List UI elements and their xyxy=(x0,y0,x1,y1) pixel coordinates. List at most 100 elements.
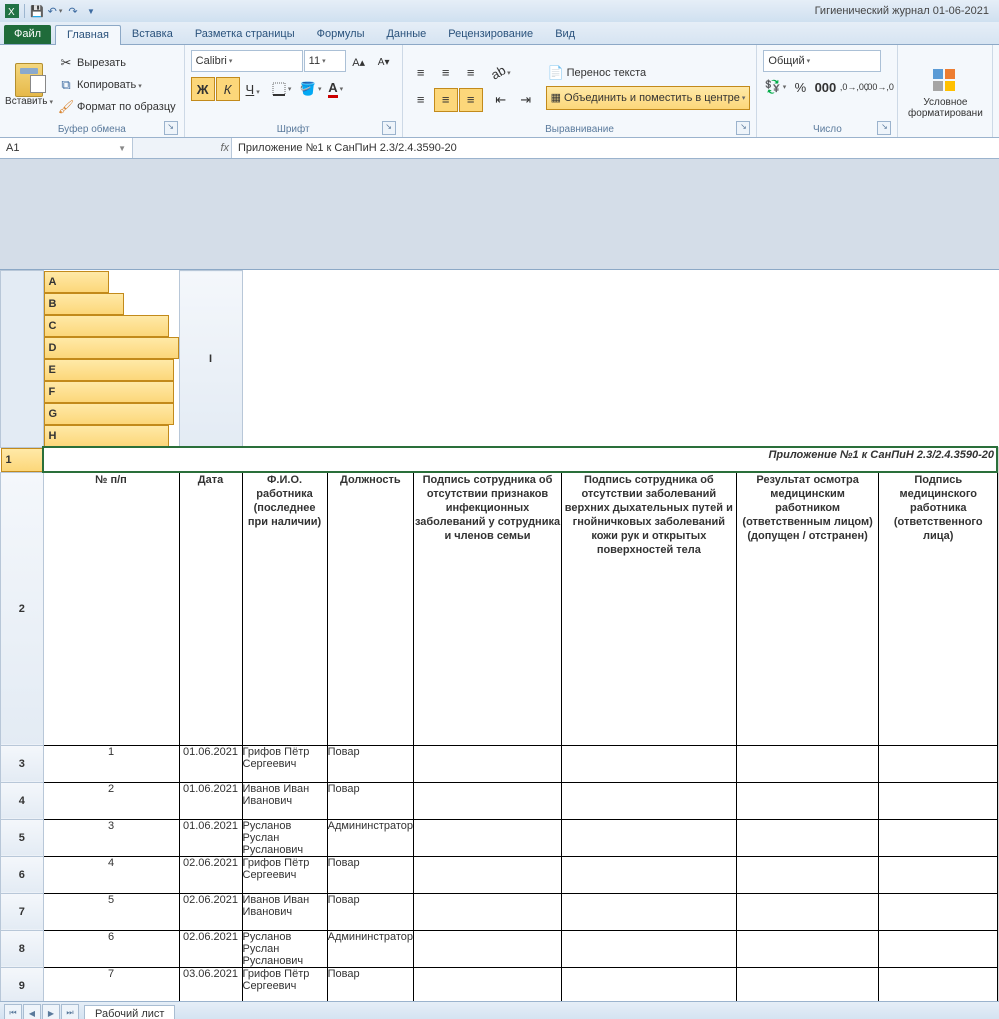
cell-empty-4-3[interactable] xyxy=(879,782,997,819)
cell-date-6[interactable]: 02.06.2021 xyxy=(179,856,242,893)
cell-fio-9[interactable]: Грифов Пётр Сергеевич xyxy=(242,967,327,1001)
align-right-button[interactable]: ≡ xyxy=(459,88,483,112)
select-all-corner[interactable] xyxy=(1,271,44,448)
number-format-combo[interactable]: Общий xyxy=(763,50,881,72)
paste-button[interactable]: Вставить xyxy=(6,48,52,122)
tab-2[interactable]: Разметка страницы xyxy=(184,25,306,44)
cell-n-9[interactable]: 7 xyxy=(43,967,179,1001)
cell-n-5[interactable]: 3 xyxy=(43,819,179,856)
cell-empty-7-0[interactable] xyxy=(414,893,562,930)
tab-nav-last-icon[interactable]: ⏭ xyxy=(61,1004,79,1019)
align-left-button[interactable]: ≡ xyxy=(409,88,433,112)
cell-empty-7-2[interactable] xyxy=(736,893,879,930)
tab-file[interactable]: Файл xyxy=(4,25,51,44)
cell-fio-5[interactable]: Русланов Руслан Русланович xyxy=(242,819,327,856)
align-center-button[interactable]: ≡ xyxy=(434,88,458,112)
qat-customize-icon[interactable]: ▼ xyxy=(83,3,99,19)
copy-button[interactable]: ⧉Копировать xyxy=(56,75,178,95)
save-icon[interactable]: 💾 xyxy=(29,3,45,19)
cell-empty-6-3[interactable] xyxy=(879,856,997,893)
tab-1[interactable]: Вставка xyxy=(121,25,184,44)
row-header-1[interactable]: 1 xyxy=(1,448,43,472)
header-cell-0[interactable]: № п/п xyxy=(43,472,179,745)
cell-n-7[interactable]: 5 xyxy=(43,893,179,930)
font-name-combo[interactable]: Calibri xyxy=(191,50,303,72)
clipboard-launcher-icon[interactable]: ↘ xyxy=(164,121,178,135)
wrap-text-button[interactable]: 📄Перенос текста xyxy=(546,63,751,83)
align-launcher-icon[interactable]: ↘ xyxy=(736,121,750,135)
header-cell-4[interactable]: Подпись сотрудника об отсутствии признак… xyxy=(414,472,562,745)
name-box[interactable]: A1▼ xyxy=(0,138,133,158)
fill-color-button[interactable]: 🪣 xyxy=(299,77,323,101)
col-header-I[interactable]: I xyxy=(179,271,242,448)
tab-5[interactable]: Рецензирование xyxy=(437,25,544,44)
col-header-H[interactable]: H xyxy=(44,425,169,447)
undo-icon[interactable]: ↶ xyxy=(47,3,63,19)
cell-pos-8[interactable]: Админинстратор xyxy=(327,930,413,967)
cell-empty-4-2[interactable] xyxy=(736,782,879,819)
header-cell-7[interactable]: Подпись медицинского работника (ответств… xyxy=(879,472,997,745)
font-launcher-icon[interactable]: ↘ xyxy=(382,121,396,135)
cell-empty-5-1[interactable] xyxy=(561,819,736,856)
cell-empty-9-2[interactable] xyxy=(736,967,879,1001)
sheet-tab[interactable]: Рабочий лист xyxy=(84,1005,175,1019)
cell-n-6[interactable]: 4 xyxy=(43,856,179,893)
align-bottom-button[interactable]: ≡ xyxy=(459,61,483,85)
align-middle-button[interactable]: ≡ xyxy=(434,61,458,85)
fx-icon[interactable]: fx xyxy=(220,142,229,154)
cell-fio-8[interactable]: Русланов Руслан Русланович xyxy=(242,930,327,967)
cell-empty-3-1[interactable] xyxy=(561,745,736,782)
accounting-format-button[interactable]: 💱 xyxy=(763,75,787,99)
cell-empty-5-2[interactable] xyxy=(736,819,879,856)
cell-empty-7-1[interactable] xyxy=(561,893,736,930)
cell-date-3[interactable]: 01.06.2021 xyxy=(179,745,242,782)
tab-3[interactable]: Формулы xyxy=(306,25,376,44)
cell-empty-4-1[interactable] xyxy=(561,782,736,819)
worksheet-grid[interactable]: ABCDEFGHI1Приложение №1 к СанПиН 2.3/2.4… xyxy=(0,270,999,1001)
col-header-D[interactable]: D xyxy=(44,337,179,359)
underline-button[interactable]: Ч xyxy=(241,77,265,101)
cell-empty-8-2[interactable] xyxy=(736,930,879,967)
row-header-8[interactable]: 8 xyxy=(1,930,44,967)
cell-empty-3-3[interactable] xyxy=(879,745,997,782)
row-header-3[interactable]: 3 xyxy=(1,745,44,782)
cell-empty-6-1[interactable] xyxy=(561,856,736,893)
percent-button[interactable]: % xyxy=(788,75,812,99)
align-top-button[interactable]: ≡ xyxy=(409,61,433,85)
cell-empty-5-3[interactable] xyxy=(879,819,997,856)
cell-date-9[interactable]: 03.06.2021 xyxy=(179,967,242,1001)
row-header-7[interactable]: 7 xyxy=(1,893,44,930)
cell-empty-8-0[interactable] xyxy=(414,930,562,967)
cell-empty-7-3[interactable] xyxy=(879,893,997,930)
cell-fio-4[interactable]: Иванов Иван Иванович xyxy=(242,782,327,819)
cell-empty-6-2[interactable] xyxy=(736,856,879,893)
cell-empty-8-1[interactable] xyxy=(561,930,736,967)
grow-font-button[interactable]: A▴ xyxy=(347,50,371,74)
tab-nav-prev-icon[interactable]: ◀ xyxy=(23,1004,41,1019)
row-header-9[interactable]: 9 xyxy=(1,967,44,1001)
cell-fio-7[interactable]: Иванов Иван Иванович xyxy=(242,893,327,930)
tab-nav-next-icon[interactable]: ▶ xyxy=(42,1004,60,1019)
redo-icon[interactable]: ↷ xyxy=(65,3,81,19)
cell-n-3[interactable]: 1 xyxy=(43,745,179,782)
formula-input[interactable]: Приложение №1 к СанПиН 2.3/2.4.3590-20 xyxy=(232,138,999,158)
cell-empty-3-0[interactable] xyxy=(414,745,562,782)
cell-title[interactable]: Приложение №1 к СанПиН 2.3/2.4.3590-20 xyxy=(43,447,997,472)
decrease-indent-button[interactable]: ⇤ xyxy=(489,88,513,112)
bold-button[interactable]: Ж xyxy=(191,77,215,101)
cell-empty-5-0[interactable] xyxy=(414,819,562,856)
tab-4[interactable]: Данные xyxy=(375,25,437,44)
font-color-button[interactable]: A xyxy=(324,77,348,101)
row-header-5[interactable]: 5 xyxy=(1,819,44,856)
header-cell-3[interactable]: Должность xyxy=(327,472,413,745)
conditional-formatting-button[interactable]: Условное форматировани xyxy=(904,48,986,133)
italic-button[interactable]: К xyxy=(216,77,240,101)
cell-date-5[interactable]: 01.06.2021 xyxy=(179,819,242,856)
orientation-button[interactable]: ab xyxy=(489,61,513,85)
tab-0[interactable]: Главная xyxy=(55,25,121,45)
cut-button[interactable]: ✂Вырезать xyxy=(56,53,178,73)
cell-empty-9-1[interactable] xyxy=(561,967,736,1001)
cell-fio-3[interactable]: Грифов Пётр Сергеевич xyxy=(242,745,327,782)
cell-date-4[interactable]: 01.06.2021 xyxy=(179,782,242,819)
col-header-A[interactable]: A xyxy=(44,271,109,293)
